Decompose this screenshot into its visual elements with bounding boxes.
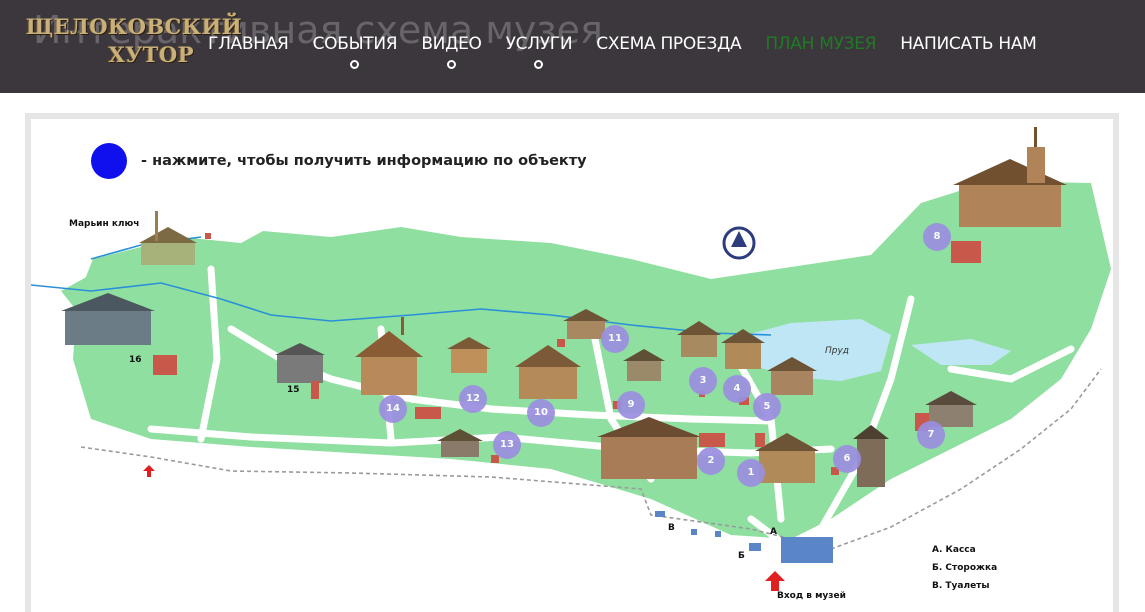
legend-marker-icon xyxy=(91,143,127,179)
map-drawing xyxy=(31,127,1111,591)
map-marker-4[interactable]: 4 xyxy=(723,375,751,403)
nav-museum-plan[interactable]: ПЛАН МУЗЕЯ xyxy=(765,32,876,56)
map-key: А. Касса Б. Сторожка В. Туалеты xyxy=(932,541,997,595)
map-marker-14[interactable]: 14 xyxy=(379,395,407,423)
site-header: Интерактивная схема музея ЩЕЛОКОВСКИЙ ХУ… xyxy=(0,0,1145,93)
label-15: 15 xyxy=(287,385,300,395)
nav-directions[interactable]: СХЕМА ПРОЕЗДА xyxy=(596,32,741,56)
map-marker-7[interactable]: 7 xyxy=(917,421,945,449)
map-marker-10[interactable]: 10 xyxy=(527,399,555,427)
label-gate-v: В xyxy=(668,523,675,533)
map-marker-1[interactable]: 1 xyxy=(737,459,765,487)
site-logo[interactable]: ЩЕЛОКОВСКИЙ ХУТОР xyxy=(26,14,242,70)
map-marker-11[interactable]: 11 xyxy=(601,325,629,353)
map-marker-12[interactable]: 12 xyxy=(459,385,487,413)
museum-map: - нажмите, чтобы получить информацию по … xyxy=(31,119,1113,612)
map-marker-5[interactable]: 5 xyxy=(753,393,781,421)
label-spring: Марьин ключ xyxy=(69,219,140,229)
label-16: 16 xyxy=(129,355,142,365)
compass-icon xyxy=(722,226,756,260)
map-frame: - нажмите, чтобы получить информацию по … xyxy=(25,113,1119,612)
map-marker-9[interactable]: 9 xyxy=(617,391,645,419)
map-marker-3[interactable]: 3 xyxy=(689,367,717,395)
nav-contact[interactable]: НАПИСАТЬ НАМ xyxy=(900,32,1037,56)
submenu-dot-icon xyxy=(350,60,360,69)
key-item-v: В. Туалеты xyxy=(932,581,990,591)
map-marker-13[interactable]: 13 xyxy=(493,431,521,459)
key-item-b: Б. Сторожка xyxy=(932,563,998,573)
map-marker-6[interactable]: 6 xyxy=(833,445,861,473)
main-nav: ГЛАВНАЯ СОБЫТИЯ ВИДЕО УСЛУГИ СХЕМА ПРОЕЗ… xyxy=(208,32,1061,69)
label-gate-b: Б xyxy=(738,551,745,561)
map-marker-2[interactable]: 2 xyxy=(697,447,725,475)
label-entrance: Вход в музей xyxy=(777,591,846,601)
nav-video[interactable]: ВИДЕО xyxy=(421,32,482,69)
church-8-icon xyxy=(953,127,1067,227)
label-gate-a: А xyxy=(770,527,777,537)
key-item-a: А. Касса xyxy=(932,545,976,555)
submenu-dot-icon xyxy=(446,60,456,69)
legend-text: - нажмите, чтобы получить информацию по … xyxy=(141,153,587,169)
nav-home[interactable]: ГЛАВНАЯ xyxy=(208,32,289,56)
nav-events[interactable]: СОБЫТИЯ xyxy=(313,32,398,69)
nav-services[interactable]: УСЛУГИ xyxy=(506,32,573,69)
map-marker-8[interactable]: 8 xyxy=(923,223,951,251)
submenu-dot-icon xyxy=(534,60,544,69)
label-pond: Пруд xyxy=(825,346,850,356)
map-legend: - нажмите, чтобы получить информацию по … xyxy=(91,143,587,179)
logo-line-2: ХУТОР xyxy=(108,42,194,67)
